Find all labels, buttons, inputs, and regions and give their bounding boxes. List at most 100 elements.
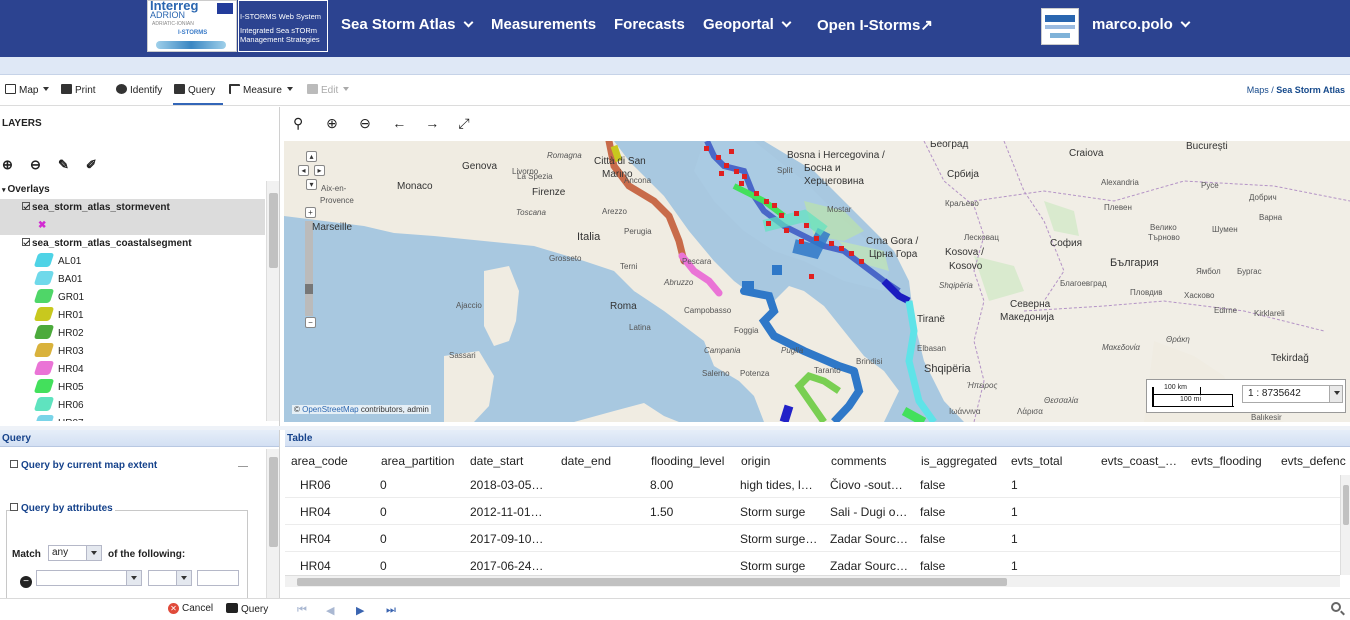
attribute-field-select[interactable]	[36, 570, 142, 586]
column-header[interactable]: evts_defenc	[1281, 454, 1346, 468]
map-label: Ajaccio	[456, 301, 482, 310]
zoom-box-icon[interactable]: ⚲	[293, 115, 323, 132]
layer-stormevent[interactable]: sea_storm_atlas_stormevent	[0, 199, 265, 217]
brush-icon[interactable]: ✐	[86, 157, 97, 173]
map-label: Tiranë	[917, 314, 945, 325]
operator-select[interactable]	[148, 570, 192, 586]
print-button[interactable]: Print	[61, 84, 96, 96]
table-row[interactable]: HR04 0 2017-09-10… Storm surge… Zadar Sourc……	[285, 526, 1340, 552]
layer-checkbox[interactable]	[22, 202, 30, 210]
layer-coastalsegment[interactable]: sea_storm_atlas_coastalsegment	[0, 235, 265, 253]
column-header[interactable]: evts_flooding	[1191, 454, 1262, 468]
layers-scrollbar[interactable]	[266, 181, 279, 421]
table-cell: 1.50	[650, 505, 674, 519]
map-menu-button[interactable]: Map	[5, 84, 50, 96]
table-row[interactable]: HR04 0 2012-11-01… 1.50 Storm surge Sali - Du…	[285, 499, 1340, 525]
remove-condition-icon[interactable]: −	[20, 576, 32, 588]
search-icon[interactable]	[1331, 602, 1345, 616]
column-header[interactable]: area_code	[291, 454, 348, 468]
map-label: Краљево	[945, 199, 979, 208]
next-page-button[interactable]: ▶	[356, 604, 364, 617]
column-header[interactable]: date_end	[561, 454, 611, 468]
logo-text-istorms: I-STORMS	[178, 30, 208, 36]
full-extent-icon[interactable]: ⤢	[458, 115, 488, 132]
remove-icon[interactable]: ⊖	[30, 157, 41, 173]
run-query-button[interactable]: Query	[226, 603, 268, 615]
map-label: България	[1110, 257, 1159, 269]
query-button[interactable]: Query	[174, 84, 215, 96]
avatar[interactable]	[1041, 8, 1079, 45]
query-scrollbar[interactable]	[266, 449, 279, 599]
scale-select[interactable]: 1 : 8735642	[1242, 385, 1332, 403]
table-horizontal-scrollbar[interactable]	[285, 575, 1340, 587]
zoom-slider[interactable]	[305, 221, 313, 316]
pan-left-button[interactable]: ◂	[298, 165, 309, 176]
nav-forecasts[interactable]: Forecasts	[614, 16, 685, 33]
zoom-out-button[interactable]: −	[305, 317, 316, 328]
table-row[interactable]: HR06 0 2018-03-05… 8.00 high tides, l… Čiovo …	[285, 472, 1340, 498]
run-query-label: Query	[241, 604, 269, 615]
print-label: Print	[75, 85, 96, 96]
scale-dropdown-button[interactable]	[1329, 385, 1343, 403]
column-header[interactable]: origin	[741, 454, 770, 468]
match-label: Match	[12, 549, 41, 560]
column-header[interactable]: flooding_level	[651, 454, 724, 468]
ruler-icon	[229, 84, 240, 94]
table-cell: HR04	[300, 532, 331, 546]
nav-open-istorms[interactable]: Open I-Storms↗	[817, 16, 933, 34]
nav-measurements[interactable]: Measurements	[491, 16, 596, 33]
wrench-icon[interactable]: ✎	[58, 157, 69, 173]
zoom-in-button[interactable]: +	[305, 207, 316, 218]
zoom-slider-thumb[interactable]	[305, 284, 313, 294]
column-header[interactable]: date_start	[470, 454, 523, 468]
breadcrumb-maps-link[interactable]: Maps	[1247, 85, 1269, 95]
last-page-button[interactable]: ⏭	[386, 604, 396, 617]
osm-link[interactable]: OpenStreetMap	[302, 405, 358, 414]
table-cell: Zadar Sourc…	[830, 559, 909, 573]
measure-menu-button[interactable]: Measure	[229, 84, 293, 96]
caret-down-icon	[286, 87, 293, 91]
pan-right-button[interactable]: ▸	[314, 165, 325, 176]
query-by-extent-row[interactable]: Query by current map extent	[10, 460, 157, 471]
column-header[interactable]: evts_coast_…	[1101, 454, 1177, 468]
first-page-button[interactable]: ⏮	[297, 604, 307, 617]
segment-color-swatch	[33, 289, 55, 303]
query-extent-checkbox[interactable]	[10, 460, 18, 468]
next-extent-icon[interactable]: →	[425, 115, 455, 131]
user-menu[interactable]: marco.polo	[1092, 16, 1191, 33]
map-label: Perugia	[624, 227, 652, 236]
pencil-icon	[307, 84, 318, 94]
column-header[interactable]: evts_total	[1011, 454, 1062, 468]
table-cell: HR04	[300, 559, 331, 573]
previous-page-button[interactable]: ◀	[326, 604, 334, 617]
pan-down-button[interactable]: ▾	[306, 179, 317, 190]
value-input[interactable]	[197, 570, 239, 586]
edit-menu-button[interactable]: Edit	[307, 84, 350, 96]
system-name-box[interactable]: I-STORMS Web System Integrated Sea sTORm…	[238, 0, 328, 52]
column-header[interactable]: comments	[831, 454, 886, 468]
pan-up-button[interactable]: ▴	[306, 151, 317, 162]
map-label: Црна Гора	[869, 249, 918, 260]
add-icon[interactable]: ⊕	[2, 157, 13, 173]
zoom-in-icon[interactable]: ⊕	[326, 115, 356, 132]
column-header[interactable]: is_aggregated	[921, 454, 997, 468]
zoom-out-icon[interactable]: ⊖	[359, 115, 389, 132]
cancel-button[interactable]: ✕ Cancel	[168, 603, 213, 614]
overlays-group[interactable]: ▾ Overlays	[0, 181, 265, 199]
map-label: Србија	[947, 169, 979, 180]
match-select[interactable]: any	[48, 545, 102, 561]
query-attributes-checkbox[interactable]	[10, 503, 18, 511]
column-header[interactable]: area_partition	[381, 454, 454, 468]
nav-geoportal[interactable]: Geoportal	[703, 16, 792, 33]
interreg-adrion-logo[interactable]: Interreg ADRION ADRIATIC-IONIAN I-STORMS	[147, 0, 237, 52]
layer-checkbox[interactable]	[22, 238, 30, 246]
identify-button[interactable]: Identify	[116, 84, 162, 96]
map-view[interactable]: ▴ ◂ ▸ ▾ + − Београд Craiova București Ge…	[284, 141, 1350, 422]
map-label: Велико	[1150, 223, 1177, 232]
map-label: Shqipëria	[924, 363, 971, 375]
breadcrumb: Maps / Sea Storm Atlas	[1247, 85, 1345, 95]
query-by-attributes-row[interactable]: Query by attributes	[10, 503, 115, 514]
previous-extent-icon[interactable]: ←	[392, 115, 422, 131]
nav-sea-storm-atlas[interactable]: Sea Storm Atlas	[341, 16, 473, 33]
table-vertical-scrollbar[interactable]	[1340, 475, 1350, 575]
